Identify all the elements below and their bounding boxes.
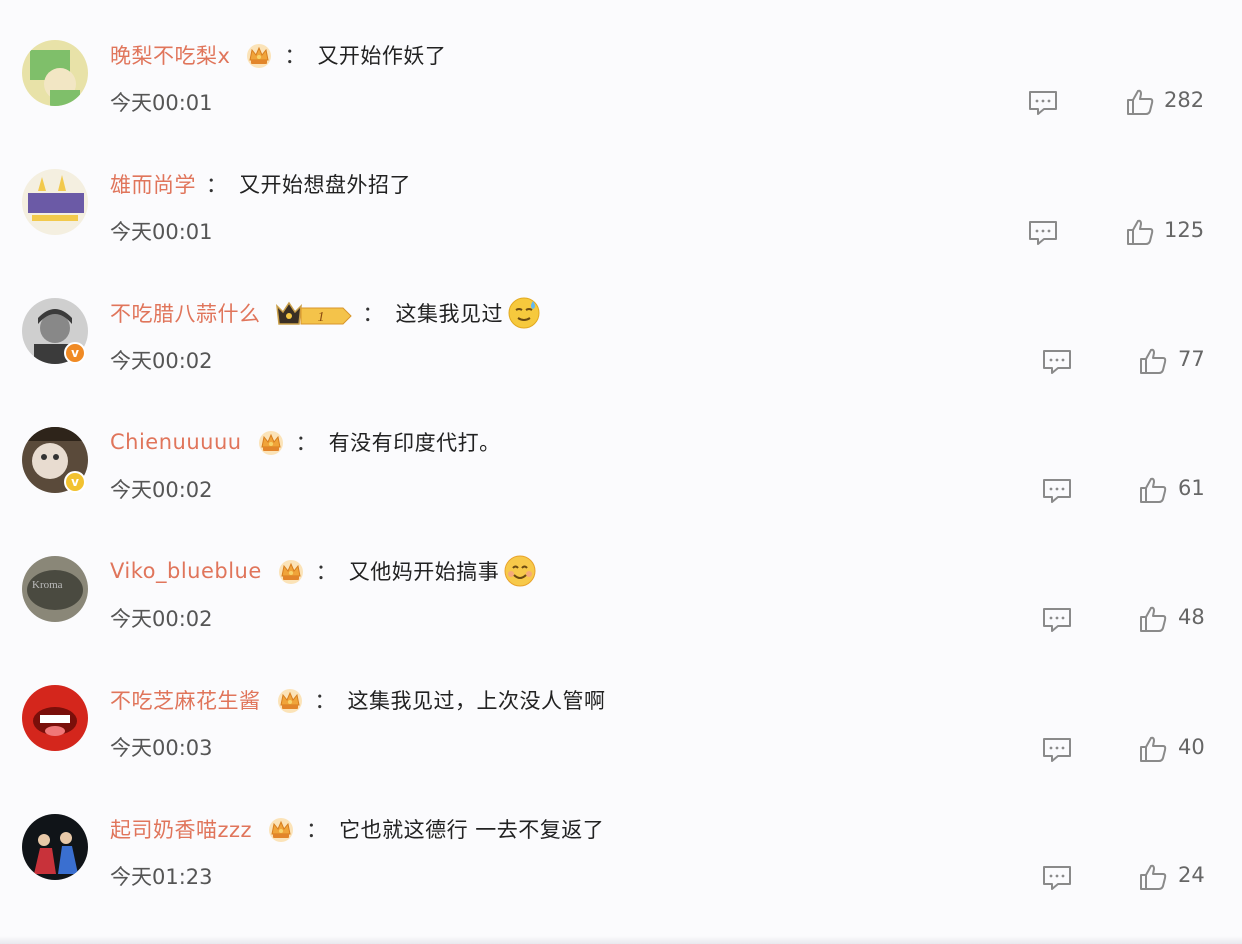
svg-text:Kroma: Kroma [32,579,63,591]
comment-line: 不吃腊八蒜什么 1 ： 这集我见过 [110,297,541,329]
like-count: 40 [1178,735,1205,759]
colon: ： [284,44,306,68]
comment-icon[interactable] [1028,90,1058,116]
comment-line: Chienuuuuu ： 有没有印度代打。 [110,426,501,458]
like-count: 24 [1178,863,1205,887]
comment-text: 又开始想盘外招了 [239,173,411,197]
username[interactable]: 起司奶香喵zzz [110,814,252,844]
thumbs-up-icon[interactable] [1139,863,1167,891]
comment-text: 又开始作妖了 [317,44,447,68]
comment-time: 今天00:02 [110,478,213,502]
username[interactable]: Chienuuuuu [110,430,242,454]
colon: ： [362,302,384,326]
comment-text: 又他妈开始搞事 [348,560,500,584]
verified-icon: v [64,342,86,364]
like-count: 61 [1178,476,1205,500]
comment-icon[interactable] [1042,478,1072,504]
level-badge-icon[interactable]: 1 [275,298,353,328]
comment-item: 起司奶香喵zzz ： 它也就这德行 一去不复返了今天01:23 24 [0,774,1242,903]
crown-badge-icon[interactable] [266,814,296,844]
comment-line: 不吃芝麻花生酱 ： 这集我见过，上次没人管啊 [110,684,606,716]
smile-emoji-icon [503,554,537,588]
comment-line: Viko_blueblue ： 又他妈开始搞事 [110,555,537,587]
comment-line: 晚梨不吃梨x ： 又开始作妖了 [110,39,446,71]
username[interactable]: 晚梨不吃梨x [110,40,230,70]
svg-text:1: 1 [317,310,324,325]
thumbs-up-icon[interactable] [1139,476,1167,504]
avatar[interactable] [22,814,88,880]
comment-time: 今天00:01 [110,220,213,244]
comment-text: 有没有印度代打。 [328,431,501,455]
comment-time: 今天00:02 [110,607,213,631]
comment-item: 晚梨不吃梨x ： 又开始作妖了今天00:01 282 [0,0,1242,129]
like-count: 125 [1164,218,1205,242]
thumbs-up-icon[interactable] [1139,735,1167,763]
username[interactable]: Viko_blueblue [110,559,262,583]
comment-text: 它也就这德行 一去不复返了 [339,818,605,842]
crown-badge-icon[interactable] [276,556,306,586]
like-count: 77 [1178,347,1205,371]
sweat-smile-emoji-icon [507,296,541,330]
username[interactable]: 雄而尚学 [110,169,196,199]
colon: ： [295,431,317,455]
comment-icon[interactable] [1042,865,1072,891]
thumbs-up-icon[interactable] [1126,218,1154,246]
crown-badge-icon[interactable] [244,40,274,70]
verified-icon: v [64,471,86,493]
colon: ： [314,689,336,713]
comment-time: 今天00:03 [110,736,213,760]
next-comment-edge [0,936,1242,944]
colon: ： [306,818,328,842]
comment-item: v 不吃腊八蒜什么 1 ： 这集我见过今天00:02 77 [0,258,1242,387]
thumbs-up-icon[interactable] [1139,605,1167,633]
avatar[interactable] [22,40,88,106]
comment-line: 雄而尚学 ： 又开始想盘外招了 [110,168,411,200]
thumbs-up-icon[interactable] [1139,347,1167,375]
comment-icon[interactable] [1042,737,1072,763]
comment-item: 雄而尚学 ： 又开始想盘外招了今天00:01 125 [0,129,1242,258]
like-count: 282 [1164,88,1205,112]
comment-text: 这集我见过，上次没人管啊 [347,689,606,713]
avatar[interactable] [22,685,88,751]
comment-item: v Chienuuuuu ： 有没有印度代打。今天00:02 61 [0,387,1242,516]
comment-icon[interactable] [1028,220,1058,246]
avatar[interactable]: Kroma [22,556,88,622]
colon: ： [315,560,337,584]
comment-item: Kroma Viko_blueblue ： 又他妈开始搞事今天00:02 48 [0,516,1242,645]
colon: ： [206,173,227,197]
avatar[interactable] [22,169,88,235]
crown-badge-icon[interactable] [256,427,286,457]
comment-icon[interactable] [1042,607,1072,633]
comment-icon[interactable] [1042,349,1072,375]
comment-time: 今天00:01 [110,91,213,115]
username[interactable]: 不吃芝麻花生酱 [110,685,261,715]
thumbs-up-icon[interactable] [1126,88,1154,116]
comment-text: 这集我见过 [395,302,503,326]
comment-item: 不吃芝麻花生酱 ： 这集我见过，上次没人管啊今天00:03 40 [0,645,1242,774]
comment-time: 今天00:02 [110,349,213,373]
crown-badge-icon[interactable] [275,685,305,715]
like-count: 48 [1178,605,1205,629]
comment-time: 今天01:23 [110,865,213,889]
comment-line: 起司奶香喵zzz ： 它也就这德行 一去不复返了 [110,813,604,845]
username[interactable]: 不吃腊八蒜什么 [110,298,261,328]
